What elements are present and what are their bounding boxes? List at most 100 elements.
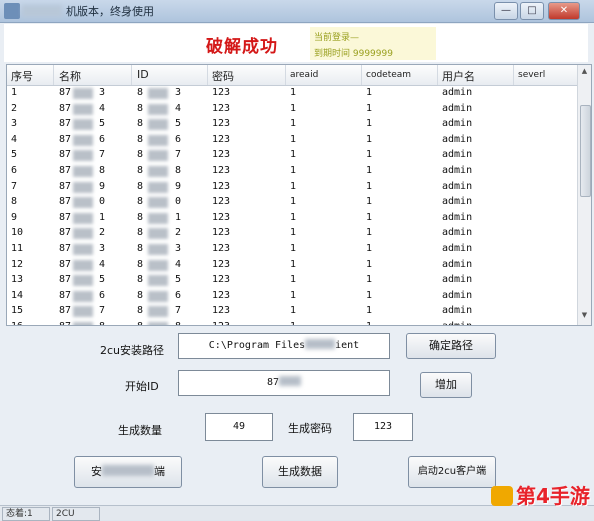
table-cell-user: admin <box>442 196 473 208</box>
col-header-areaid[interactable]: areaid <box>290 70 318 80</box>
gen-password-field[interactable]: 123 <box>353 413 413 441</box>
launch-client-button[interactable]: 启动2cu客户端 <box>408 456 496 488</box>
table-cell-areaid: 1 <box>290 243 297 254</box>
table-cell-areaid: 1 <box>290 274 297 286</box>
table-cell-no: 14 <box>11 289 24 301</box>
table-row[interactable]: 10 87 2 8 2 123 1 1 admin <box>7 226 577 241</box>
table-cell-no: 16 <box>11 321 23 325</box>
table-row[interactable]: 15 87 7 8 7 123 1 1 admin <box>7 304 577 319</box>
expiry-text: 到期时间 9999999 <box>314 49 393 59</box>
table-cell-pwd: 123 <box>212 243 231 254</box>
table-cell-user: admin <box>442 165 473 176</box>
table-cell-user: admin <box>442 243 473 254</box>
col-header-username[interactable]: 用户名 <box>442 68 475 84</box>
col-header-password[interactable]: 密码 <box>212 68 234 84</box>
table-cell-areaid: 1 <box>290 102 297 114</box>
install-path-field[interactable]: C:\Program Files ient <box>178 333 390 359</box>
table-row[interactable]: 7 87 9 8 9 123 1 1 admin <box>7 180 577 195</box>
table-row[interactable]: 4 87 6 8 6 123 1 1 admin <box>7 133 577 148</box>
table-cell-id-a: 8 <box>137 243 144 254</box>
table-cell-codeteam: 1 <box>366 180 373 192</box>
column-divider[interactable] <box>361 65 362 85</box>
start-id-field[interactable]: 87 <box>178 370 390 396</box>
table-cell-no: 11 <box>11 243 24 254</box>
table-cell-id-b: 7 <box>175 305 182 317</box>
table-cell-user: admin <box>442 211 473 223</box>
table-cell-id-a: 8 <box>137 102 144 114</box>
install-client-button[interactable]: 安端 <box>74 456 182 488</box>
table-row[interactable]: 8 87 0 8 0 123 1 1 admin <box>7 195 577 210</box>
table-cell-pwd: 123 <box>212 87 231 98</box>
table-cell-areaid: 1 <box>290 289 297 301</box>
column-divider[interactable] <box>437 65 438 85</box>
table-row[interactable]: 16 87 8 8 8 123 1 1 admin <box>7 320 577 325</box>
column-divider[interactable] <box>131 65 132 85</box>
redacted-cell <box>73 244 93 255</box>
redacted-cell <box>148 134 168 146</box>
title-bar[interactable]: 机版本，终身使用 — □ ✕ <box>0 0 594 23</box>
table-cell-name-b: 8 <box>99 321 105 325</box>
col-header-name[interactable]: 名称 <box>59 68 81 84</box>
account-table[interactable]: 序号 名称 ID 密码 areaid codeteam 用户名 severl 1… <box>6 64 592 326</box>
table-row[interactable]: 12 87 4 8 4 123 1 1 admin <box>7 258 577 273</box>
increase-button[interactable]: 增加 <box>420 372 472 398</box>
table-cell-codeteam: 1 <box>366 274 373 286</box>
gen-count-field[interactable]: 49 <box>205 413 273 441</box>
table-cell-pwd: 123 <box>212 133 231 145</box>
table-row[interactable]: 13 87 5 8 5 123 1 1 admin <box>7 273 577 288</box>
scroll-up-icon[interactable]: ▲ <box>580 67 589 77</box>
watermark-text: 第4手游 <box>516 484 590 508</box>
table-scrollbar[interactable]: ▲ ▼ <box>577 65 591 325</box>
table-cell-name-a: 87 <box>59 289 72 301</box>
redacted-cell <box>73 134 93 146</box>
col-header-id[interactable]: ID <box>137 68 149 81</box>
table-cell-areaid: 1 <box>290 180 297 192</box>
table-row[interactable]: 5 87 7 8 7 123 1 1 admin <box>7 148 577 163</box>
scroll-down-icon[interactable]: ▼ <box>580 311 589 321</box>
table-row[interactable]: 6 87 8 8 8 123 1 1 admin <box>7 164 577 179</box>
table-row[interactable]: 11 87 3 8 3 123 1 1 admin <box>7 242 577 257</box>
table-cell-no: 13 <box>11 274 24 286</box>
table-row[interactable]: 14 87 6 8 6 123 1 1 admin <box>7 289 577 304</box>
column-divider[interactable] <box>207 65 208 85</box>
redacted-cell <box>73 228 93 240</box>
table-cell-id-b: 4 <box>175 258 182 270</box>
col-header-no[interactable]: 序号 <box>11 68 33 84</box>
table-cell-codeteam: 1 <box>366 149 373 161</box>
table-cell-pwd: 123 <box>212 258 231 270</box>
col-header-server[interactable]: severl <box>518 70 545 80</box>
table-row[interactable]: 1 87 3 8 3 123 1 1 admin <box>7 86 577 101</box>
gen-password-label: 生成密码 <box>288 422 332 435</box>
table-cell-user: admin <box>442 305 473 317</box>
table-cell-codeteam: 1 <box>366 165 373 176</box>
minimize-button[interactable]: — <box>494 2 518 20</box>
confirm-path-button[interactable]: 确定路径 <box>406 333 496 359</box>
scrollbar-thumb[interactable] <box>580 105 591 197</box>
col-header-codeteam[interactable]: codeteam <box>366 70 411 80</box>
table-row[interactable]: 3 87 5 8 5 123 1 1 admin <box>7 117 577 132</box>
table-cell-name-a: 87 <box>59 321 71 325</box>
redacted-cell <box>148 244 168 255</box>
redacted-cell <box>148 290 168 302</box>
column-divider[interactable] <box>285 65 286 85</box>
table-row[interactable]: 2 87 4 8 4 123 1 1 admin <box>7 102 577 117</box>
table-cell-id-b: 4 <box>175 102 182 114</box>
table-cell-id-b: 6 <box>175 133 182 145</box>
table-cell-codeteam: 1 <box>366 133 373 145</box>
redacted-cell <box>148 228 168 240</box>
table-cell-name-b: 3 <box>99 243 106 254</box>
table-cell-codeteam: 1 <box>366 211 373 223</box>
table-cell-id-a: 8 <box>137 211 144 223</box>
column-divider[interactable] <box>53 65 54 85</box>
app-icon <box>4 3 20 19</box>
table-cell-id-b: 8 <box>175 165 182 176</box>
maximize-button[interactable]: □ <box>520 2 544 20</box>
redacted-cell <box>73 103 93 115</box>
generate-data-button[interactable]: 生成数据 <box>262 456 338 488</box>
table-cell-codeteam: 1 <box>366 87 373 98</box>
table-cell-id-b: 9 <box>175 180 182 192</box>
table-row[interactable]: 9 87 1 8 1 123 1 1 admin <box>7 211 577 226</box>
column-divider[interactable] <box>513 65 514 85</box>
table-cell-id-a: 8 <box>137 289 144 301</box>
close-button[interactable]: ✕ <box>548 2 580 20</box>
